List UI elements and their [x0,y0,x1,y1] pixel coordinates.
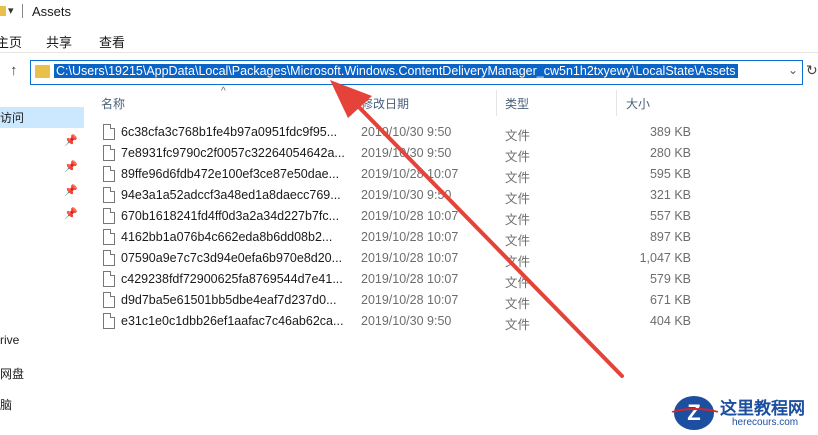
file-size: 404 KB [649,314,691,328]
column-size[interactable]: 大小 [626,95,650,112]
watermark-logo: Z [668,396,722,430]
pin-icon[interactable]: 📌 [64,160,78,173]
file-type: 文件 [505,129,531,143]
file-type: 文件 [505,297,531,311]
file-date: 2019/10/28 10:07 [361,251,459,265]
file-date: 2019/10/28 10:07 [361,230,459,244]
file-row[interactable]: 89ffe96d6fdb472e100ef3ce87e50dae... 2019/… [96,164,816,185]
refresh-icon[interactable]: ↻ [806,62,818,79]
folder-icon [0,6,6,16]
file-row[interactable]: d9d7ba5e61501bb5dbe4eaf7d237d0... 2019/10… [96,290,816,311]
file-size: 671 KB [649,293,691,307]
file-icon [103,124,115,140]
file-row[interactable]: e31c1e0c1dbb26ef1aafac7c46ab62ca... 2019/… [96,311,816,332]
file-type: 文件 [505,150,531,164]
file-date: 2019/10/30 9:50 [361,314,452,328]
file-icon [103,208,115,224]
up-arrow-icon[interactable]: ↑ [10,62,18,79]
file-row[interactable]: 4162bb1a076b4c662eda8b6dd08b2... 2019/10/… [96,227,816,248]
file-icon [103,250,115,266]
nav-item-onedrive[interactable]: rive [0,333,19,347]
file-type: 文件 [505,234,531,248]
file-row[interactable]: 07590a9e7c7c3d94e0efa6b970e8d20... 2019/1… [96,248,816,269]
file-icon [103,166,115,182]
nav-item-quick-access[interactable]: 访问 [0,107,84,128]
column-type[interactable]: 类型 [505,95,529,112]
file-icon [103,145,115,161]
tab-home[interactable]: 主页 [0,32,22,51]
quick-access-dropdown-icon[interactable]: ▾ [8,4,14,17]
file-row[interactable]: 670b1618241fd4ff0d3a2a34d227b7fc... 2019/… [96,206,816,227]
file-type: 文件 [505,276,531,290]
tab-view[interactable]: 查看 [99,32,125,51]
file-date: 2019/10/28 10:07 [361,209,459,223]
file-row[interactable]: c429238fdf72900625fa8769544d7e41... 2019/… [96,269,816,290]
address-bar[interactable]: C:\Users\19215\AppData\Local\Packages\Mi… [30,60,803,85]
file-icon [103,229,115,245]
title-bar: ▾ Assets [0,0,818,24]
file-size: 595 KB [649,167,691,181]
pin-icon[interactable]: 📌 [64,184,78,197]
file-name: 94e3a1a52adccf3a48ed1a8daecc769... [121,188,341,202]
file-size: 897 KB [649,230,691,244]
file-type: 文件 [505,171,531,185]
file-size: 1,047 KB [639,251,691,265]
file-size: 280 KB [649,146,691,160]
file-name: 6c38cfa3c768b1fe4b97a0951fdc9f95... [121,125,338,139]
column-date[interactable]: 修改日期 [361,95,409,112]
file-name: 670b1618241fd4ff0d3a2a34d227b7fc... [121,209,340,223]
window-title: Assets [32,4,72,19]
watermark-url: herecours.com [732,417,799,428]
address-row: ↑ C:\Users\19215\AppData\Local\Packages\… [0,56,818,88]
file-date: 2019/10/30 9:50 [361,125,452,139]
file-name: e31c1e0c1dbb26ef1aafac7c46ab62ca... [121,314,344,328]
file-type: 文件 [505,213,531,227]
file-icon [103,271,115,287]
file-name: 7e8931fc9790c2f0057c32264054642a... [121,146,345,160]
file-list: 6c38cfa3c768b1fe4b97a0951fdc9f95... 2019/… [96,122,816,332]
file-row[interactable]: 7e8931fc9790c2f0057c32264054642a... 2019/… [96,143,816,164]
column-divider[interactable] [351,90,352,116]
watermark: Z 这里教程网 herecours.com [668,392,818,435]
file-row[interactable]: 6c38cfa3c768b1fe4b97a0951fdc9f95... 2019/… [96,122,816,143]
file-date: 2019/10/28 10:07 [361,167,459,181]
pin-icon[interactable]: 📌 [64,134,78,147]
file-date: 2019/10/28 10:07 [361,272,459,286]
nav-item-netdisk[interactable]: 网盘 [0,365,24,382]
file-size: 321 KB [649,188,691,202]
file-icon [103,187,115,203]
file-name: d9d7ba5e61501bb5dbe4eaf7d237d0... [121,293,337,307]
file-type: 文件 [505,192,531,206]
file-name: 07590a9e7c7c3d94e0efa6b970e8d20... [121,251,343,265]
file-date: 2019/10/30 9:50 [361,188,452,202]
title-separator [22,4,23,18]
watermark-text: 这里教程网 [720,399,805,419]
file-name: c429238fdf72900625fa8769544d7e41... [121,272,343,286]
file-date: 2019/10/30 9:50 [361,146,452,160]
file-icon [103,313,115,329]
file-date: 2019/10/28 10:07 [361,293,459,307]
ribbon-tabs: 主页 共享 查看 [0,26,818,53]
file-icon [103,292,115,308]
file-size: 579 KB [649,272,691,286]
file-size: 389 KB [649,125,691,139]
file-type: 文件 [505,255,531,269]
file-name: 4162bb1a076b4c662eda8b6dd08b2... [121,230,333,244]
file-size: 557 KB [649,209,691,223]
column-header: 名称 修改日期 类型 大小 [96,90,816,116]
navigation-pane: 访问 📌 📌 📌 📌 rive 网盘 脑 [0,90,90,435]
nav-item-this-pc[interactable]: 脑 [0,396,12,413]
pin-icon[interactable]: 📌 [64,207,78,220]
file-name: 89ffe96d6fdb472e100ef3ce87e50dae... [121,167,340,181]
file-type: 文件 [505,318,531,332]
column-divider[interactable] [616,90,617,116]
tab-share[interactable]: 共享 [46,32,72,51]
folder-icon [35,65,50,78]
column-divider[interactable] [496,90,497,116]
address-path[interactable]: C:\Users\19215\AppData\Local\Packages\Mi… [54,64,738,78]
column-name[interactable]: 名称 [101,95,125,112]
file-row[interactable]: 94e3a1a52adccf3a48ed1a8daecc769... 2019/1… [96,185,816,206]
chevron-down-icon[interactable]: ⌄ [788,63,798,77]
